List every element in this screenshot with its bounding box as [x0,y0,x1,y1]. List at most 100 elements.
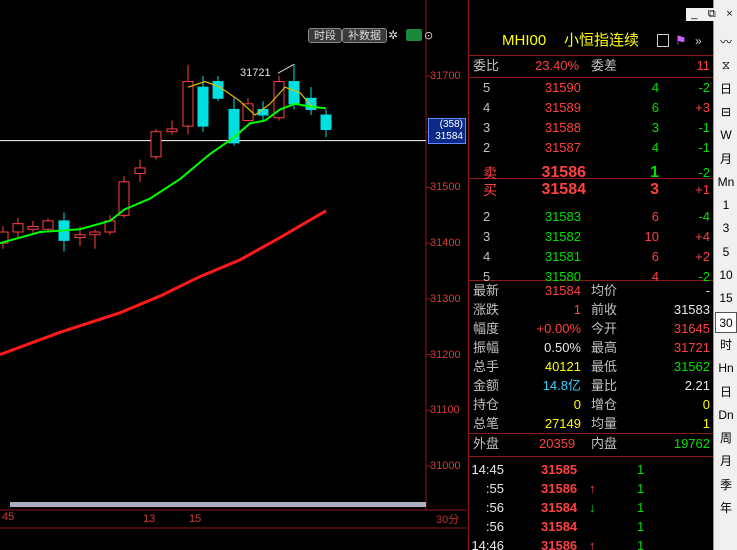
toolbar-button-5[interactable]: 5 [715,242,737,263]
stat-value: 31645 [673,321,710,336]
tick-price: 31584 [541,519,578,534]
stat-label: 最新 [473,283,500,298]
gear-icon[interactable]: ✲ [388,28,398,42]
y-tick-label: 31300 [430,292,461,305]
info-icon[interactable]: ⊙ [424,29,433,42]
stat-label: 量比 [591,378,618,393]
toolbar-button-30[interactable]: 30 [715,311,737,333]
stat-value: 0.50% [544,340,581,355]
bid-price: 31583 [544,209,581,224]
ask-price: 31587 [544,140,581,155]
quote-panel: MHI00 小恒指连续 ⚑ » 委比 23.40% 委差 11 外盘 20359… [468,0,714,550]
sell-level-row: 3 31588 3 -1 [469,118,714,138]
y-tick-label: 31400 [430,237,461,250]
toolbar-button-3[interactable]: 3 [715,218,737,239]
candle-body [74,234,86,239]
high-label: 31721 [240,67,271,79]
stat-value: 31584 [544,283,581,298]
price-tag-diff: (358) [439,119,463,130]
bid-change: +2 [695,249,710,264]
sell-level-row: 4 31589 6 +3 [469,98,714,118]
stat-label: 总笔 [473,416,500,431]
stat-value: 1 [573,302,581,317]
candle-body [182,81,194,127]
toolbar-button-⊟[interactable]: ⊟ [715,102,737,123]
level-label: 3 [483,120,491,135]
chart-icon[interactable] [657,34,669,47]
high-marker-line [277,63,295,74]
stat-label: 持仓 [473,397,500,412]
y-tick-label: 31100 [430,404,460,417]
toolbar-button-W[interactable]: W [715,125,737,146]
expand-icon[interactable]: » [695,30,702,52]
buy-level-row: 2 31583 6 -4 [469,207,714,227]
toolbar-button-1[interactable]: 1 [715,195,737,216]
candlestick-plot[interactable] [0,0,467,550]
stat-value: 27149 [544,416,581,431]
toolbar-button-clock-icon[interactable]: ⧖ [715,55,737,76]
bid-change: +1 [695,182,710,197]
bid-price: 31582 [544,229,581,244]
brush-icon[interactable] [406,29,422,41]
tick-time: :56 [485,519,504,534]
y-tick-label: 31700 [430,70,461,82]
toolbar-button-月[interactable]: 月 [715,149,737,170]
stat-value: 31562 [673,359,710,374]
stat-label: 最低 [591,359,618,374]
toolbar-button-日[interactable]: 日 [715,79,737,100]
level-label: 2 [483,140,491,155]
stat-value: 14.8亿 [542,378,581,393]
tick-direction-icon: ↑ [589,538,596,550]
toolbar-button-年[interactable]: 年 [715,498,737,519]
x-tick-label: 13 [143,513,156,525]
stat-value: +0.00% [536,321,581,336]
minimize-icon[interactable]: _ [691,8,697,21]
ask-volume: 4 [651,140,659,155]
backfill-button[interactable]: 补数据 [342,28,387,43]
toolbar-button-Hn[interactable]: Hn [715,358,737,379]
stat-row: 涨跌 1 前收 31583 [469,300,714,320]
bid-volume: 3 [650,181,659,198]
toolbar-button-10[interactable]: 10 [715,265,737,286]
stat-row: 金额 14.8亿 量比 2.21 [469,376,714,396]
toolbar-button-line-chart-icon[interactable]: 〰 [715,32,737,53]
contract-name: 小恒指连续 [564,32,640,49]
trade-tick-row: :55 31586 ↑ 1 [469,479,714,499]
candle-body [197,86,209,127]
bid-volume: 10 [644,229,659,244]
stat-row: 最新 31584 均价 - [469,281,714,301]
candle-body [288,81,300,105]
flag-icon[interactable]: ⚑ [675,30,687,52]
stat-row: 总手 40121 最低 31562 [469,357,714,377]
ask-change: -1 [698,120,710,135]
toolbar-button-日[interactable]: 日 [715,382,737,403]
sell-level-row: 5 31590 4 -2 [469,78,714,98]
tick-time: :55 [485,481,504,496]
tick-volume: 1 [637,500,645,515]
toolbar-button-季[interactable]: 季 [715,475,737,496]
buy-level-row: 4 31581 6 +2 [469,247,714,267]
x-tick-label: 15 [189,513,202,525]
toolbar-button-Mn[interactable]: Mn [715,172,737,193]
toolbar-button-15[interactable]: 15 [715,288,737,309]
y-tick-label: 31200 [430,348,461,361]
ask-volume: 4 [651,80,659,95]
candle-body [166,128,178,133]
stat-value: 2.21 [684,378,710,393]
tick-direction-icon: ↓ [589,500,596,515]
kline-chart[interactable]: 时段 补数据 ✲ ⊙ 31721 31700316003150031400313… [0,0,467,550]
stat-value: 0 [702,397,710,412]
restore-icon[interactable]: ⧉ [708,8,716,21]
period-button[interactable]: 时段 [308,28,342,43]
close-icon[interactable]: × [726,8,732,21]
price-tag-price: 31584 [435,131,463,142]
toolbar-button-周[interactable]: 周 [715,428,737,449]
stat-label: 金额 [473,378,500,393]
toolbar-button-时[interactable]: 时 [715,335,737,356]
toolbar-button-月[interactable]: 月 [715,451,737,472]
stat-value: - [705,283,710,298]
bid-change: +4 [695,229,710,244]
ask-price: 31589 [544,100,581,115]
stat-label: 幅度 [473,321,500,336]
toolbar-button-Dn[interactable]: Dn [715,405,737,426]
